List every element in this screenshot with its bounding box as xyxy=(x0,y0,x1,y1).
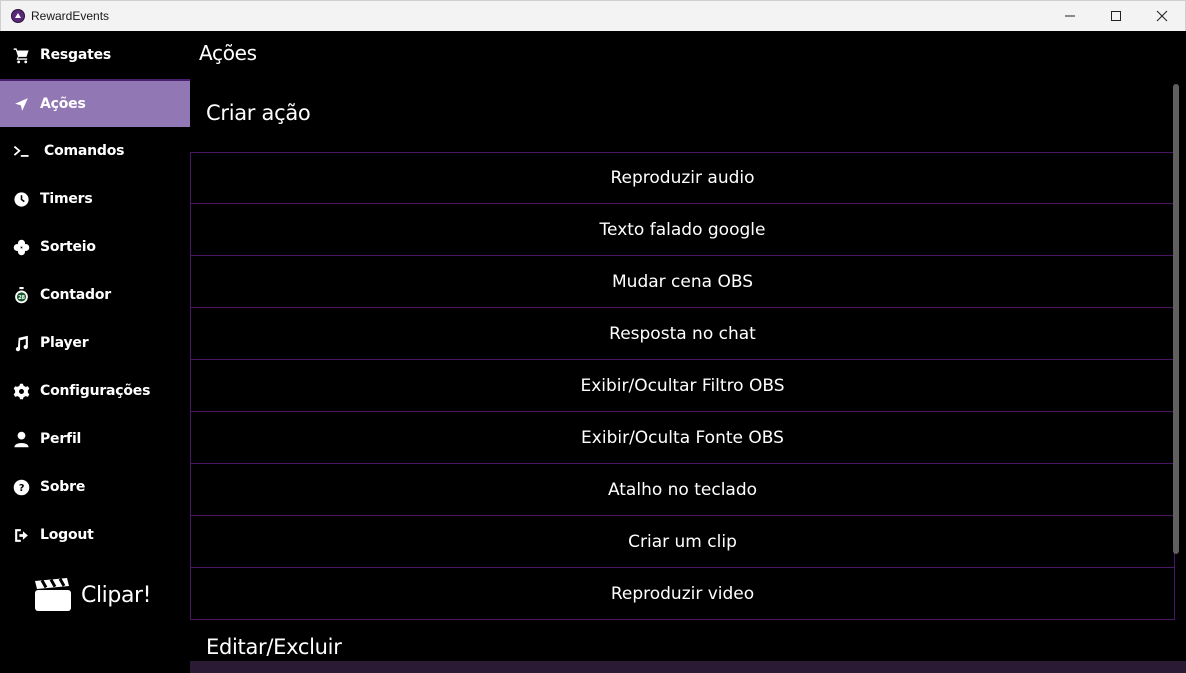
sidebar-item-configuracoes[interactable]: Configurações xyxy=(0,367,190,415)
page-title: Ações xyxy=(199,41,257,65)
sidebar-item-label: Comandos xyxy=(44,143,125,159)
music-note-icon xyxy=(12,334,30,352)
close-button[interactable] xyxy=(1139,1,1185,31)
action-texto-falado-google-button[interactable]: Texto falado google xyxy=(190,204,1175,256)
sidebar-item-perfil[interactable]: Perfil xyxy=(0,415,190,463)
minimize-button[interactable] xyxy=(1047,1,1093,31)
sidebar-item-resgates[interactable]: Resgates xyxy=(0,31,190,79)
sidebar-item-sobre[interactable]: ? Sobre xyxy=(0,463,190,511)
sidebar-item-acoes[interactable]: Ações xyxy=(0,79,190,127)
sidebar-item-label: Resgates xyxy=(40,47,111,63)
app-logo-icon xyxy=(11,9,25,23)
main-content: Ações Criar ação Reproduzir audio Texto … xyxy=(190,31,1186,673)
svg-text:?: ? xyxy=(18,483,24,494)
action-reproduzir-audio-button[interactable]: Reproduzir audio xyxy=(190,152,1175,204)
clipar-label: Clipar! xyxy=(81,582,152,608)
maximize-icon xyxy=(1111,11,1121,21)
action-resposta-no-chat-button[interactable]: Resposta no chat xyxy=(190,308,1175,360)
action-exibir-oculta-fonte-obs-button[interactable]: Exibir/Oculta Fonte OBS xyxy=(190,412,1175,464)
help-circle-icon: ? xyxy=(12,478,30,496)
minimize-icon xyxy=(1065,15,1075,17)
close-icon xyxy=(1156,10,1168,22)
sidebar-item-label: Player xyxy=(40,335,89,351)
stopwatch-icon: 28 xyxy=(12,286,30,304)
sidebar-item-label: Perfil xyxy=(40,431,82,447)
edit-section-title: Editar/Excluir xyxy=(206,635,342,659)
sidebar-item-label: Timers xyxy=(40,191,93,207)
sidebar-item-label: Sobre xyxy=(40,479,86,495)
window-title: RewardEvents xyxy=(31,9,110,23)
sidebar-item-label: Ações xyxy=(40,96,86,112)
sidebar-item-timers[interactable]: Timers xyxy=(0,175,190,223)
terminal-icon xyxy=(12,142,30,160)
action-mudar-cena-obs-button[interactable]: Mudar cena OBS xyxy=(190,256,1175,308)
action-exibir-ocultar-filtro-obs-button[interactable]: Exibir/Ocultar Filtro OBS xyxy=(190,360,1175,412)
svg-text:28: 28 xyxy=(18,295,25,301)
clover-icon xyxy=(12,238,30,256)
gear-icon xyxy=(12,382,30,400)
cart-icon xyxy=(12,46,30,64)
clock-icon xyxy=(12,190,30,208)
maximize-button[interactable] xyxy=(1093,1,1139,31)
sidebar: Resgates Ações Comandos Timers Sorteio 2… xyxy=(0,31,190,673)
sidebar-item-player[interactable]: Player xyxy=(0,319,190,367)
clapperboard-icon xyxy=(35,578,71,611)
user-icon xyxy=(12,430,30,448)
navigation-arrow-icon xyxy=(12,95,30,113)
sidebar-item-label: Logout xyxy=(40,527,94,543)
clipar-button[interactable]: Clipar! xyxy=(34,578,152,612)
action-list: Reproduzir audio Texto falado google Mud… xyxy=(190,152,1175,620)
edit-section-panel xyxy=(190,661,1186,673)
title-bar: RewardEvents xyxy=(0,0,1186,31)
vertical-scrollbar[interactable] xyxy=(1173,84,1179,554)
sidebar-item-label: Sorteio xyxy=(40,239,96,255)
sidebar-item-label: Configurações xyxy=(40,383,151,399)
create-section-title: Criar ação xyxy=(206,101,311,125)
action-atalho-no-teclado-button[interactable]: Atalho no teclado xyxy=(190,464,1175,516)
window-controls xyxy=(1047,1,1185,31)
logout-icon xyxy=(12,526,30,544)
sidebar-item-logout[interactable]: Logout xyxy=(0,511,190,559)
sidebar-item-contador[interactable]: 28 Contador xyxy=(0,271,190,319)
sidebar-item-comandos[interactable]: Comandos xyxy=(0,127,190,175)
sidebar-item-sorteio[interactable]: Sorteio xyxy=(0,223,190,271)
sidebar-item-label: Contador xyxy=(40,287,111,303)
action-criar-um-clip-button[interactable]: Criar um clip xyxy=(190,516,1175,568)
action-reproduzir-video-button[interactable]: Reproduzir video xyxy=(190,568,1175,620)
